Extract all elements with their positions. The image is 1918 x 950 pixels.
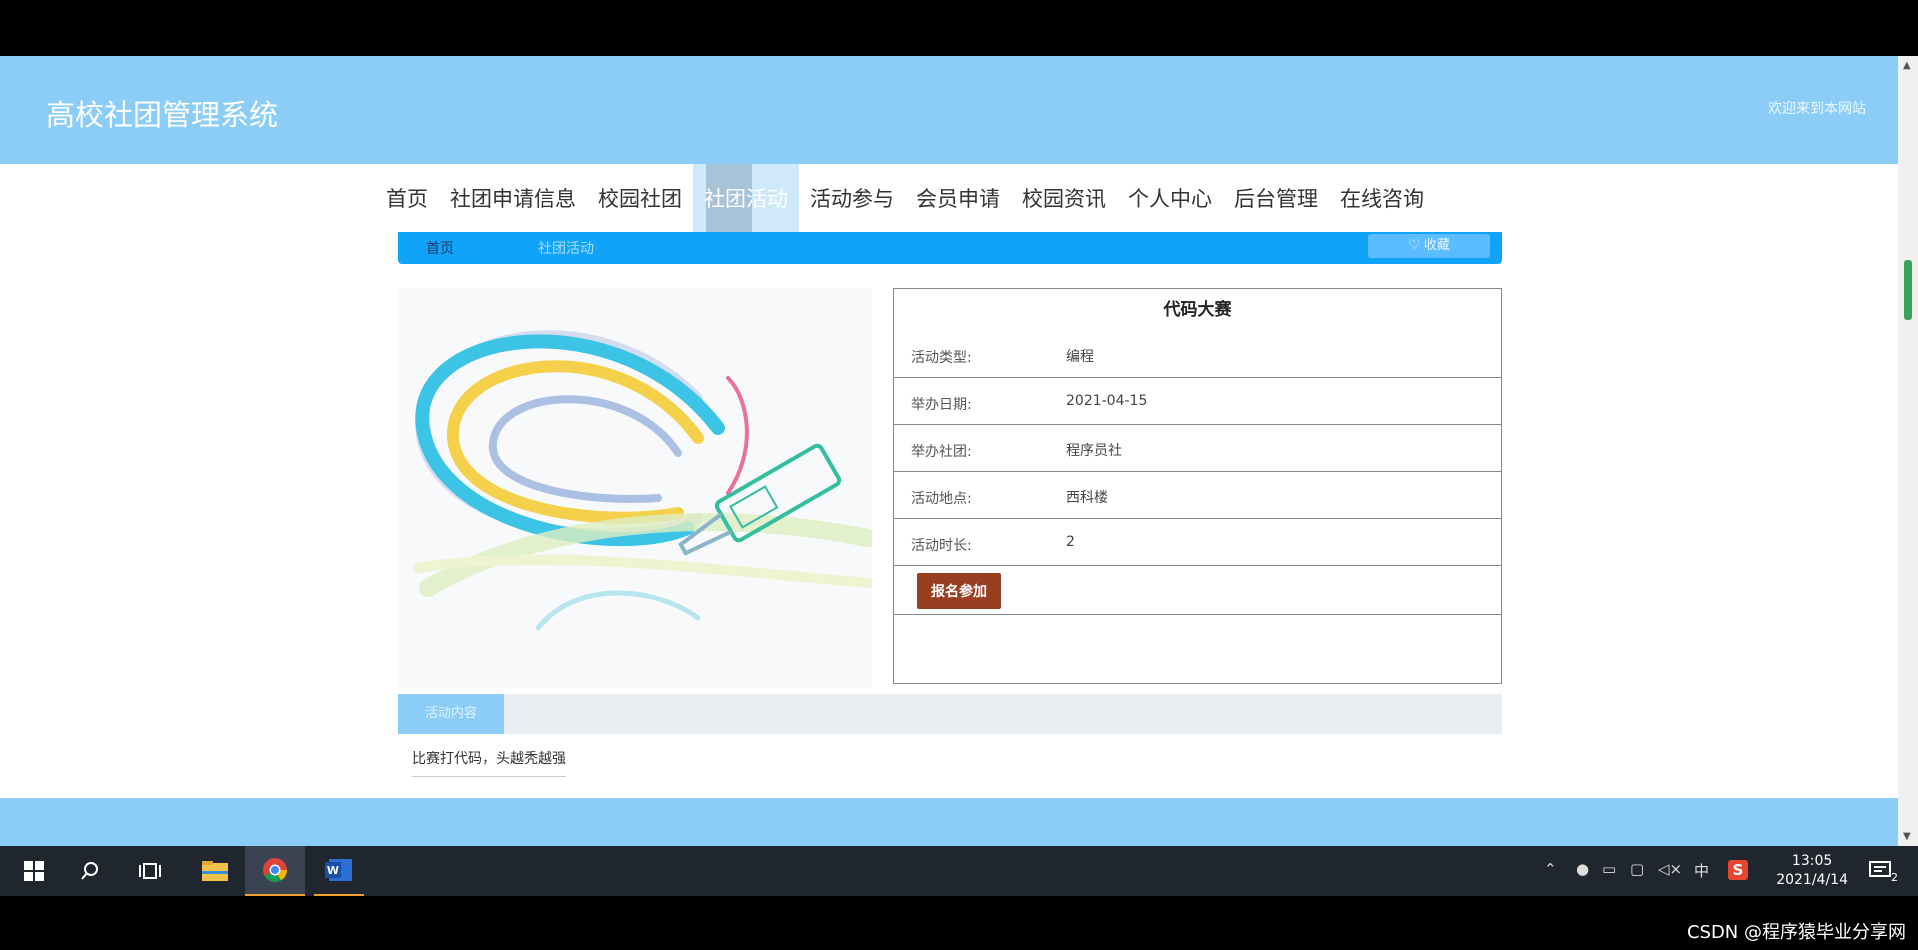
field-host-date: 举办日期: 2021-04-15 — [894, 378, 1501, 425]
main-nav: 首页 社团申请信息 校园社团 社团活动 活动参与 会员申请 校园资讯 个人中心 … — [375, 164, 1435, 234]
field-value: 2021-04-15 — [1066, 393, 1148, 409]
field-value: 西科楼 — [1066, 490, 1108, 506]
welcome-text: 欢迎来到本网站 — [1768, 101, 1866, 117]
site-header: 高校社团管理系统 欢迎来到本网站 — [0, 56, 1898, 164]
nav-item-personal-center[interactable]: 个人中心 — [1117, 164, 1223, 234]
nav-item-home[interactable]: 首页 — [375, 164, 439, 234]
windows-taskbar: W ⌃ ● ▭ ▢ ◁× 中 S 13:05 2021/4/14 2 — [0, 846, 1918, 896]
join-activity-button[interactable]: 报名参加 — [917, 573, 1001, 609]
favorite-button[interactable]: ♡ 收藏 — [1368, 234, 1490, 258]
field-label: 活动类型: — [911, 350, 972, 366]
action-row: 报名参加 — [894, 566, 1501, 615]
nav-item-online-consult[interactable]: 在线咨询 — [1329, 164, 1435, 234]
field-label: 举办日期: — [911, 397, 972, 413]
site-footer — [0, 798, 1898, 846]
windows-start-icon[interactable] — [14, 846, 54, 896]
field-label: 活动地点: — [911, 491, 972, 507]
volume-muted-icon[interactable]: ◁× — [1658, 860, 1682, 878]
task-view-icon[interactable] — [130, 846, 170, 896]
nav-item-activity-participation[interactable]: 活动参与 — [799, 164, 905, 234]
heart-icon: ♡ — [1408, 238, 1424, 253]
battery-icon[interactable]: ▭ — [1602, 860, 1616, 878]
breadcrumb: 首页 社团活动 ♡ 收藏 — [398, 232, 1502, 264]
field-duration: 活动时长: 2 — [894, 519, 1501, 566]
chevron-up-icon[interactable]: ⌃ — [1544, 860, 1557, 878]
field-label: 举办社团: — [911, 444, 972, 460]
watermark: CSDN @程序猿毕业分享网 — [1686, 922, 1906, 943]
tab-activity-content[interactable]: 活动内容 — [398, 694, 504, 734]
field-value: 程序员社 — [1066, 443, 1122, 459]
nav-item-campus-news[interactable]: 校园资讯 — [1011, 164, 1117, 234]
word-icon[interactable]: W — [314, 846, 364, 896]
field-activity-type: 活动类型: 编程 — [894, 331, 1501, 378]
scroll-up-arrow-icon[interactable]: ▲ — [1903, 60, 1911, 71]
usb-cable-illustration — [413, 330, 877, 631]
clock-time: 13:05 — [1791, 853, 1833, 869]
file-explorer-icon[interactable] — [193, 846, 237, 896]
field-value: 编程 — [1066, 349, 1094, 365]
search-icon[interactable] — [70, 846, 110, 896]
activity-content-text: 比赛打代码，头越秃越强 — [412, 748, 566, 777]
nav-item-admin[interactable]: 后台管理 — [1223, 164, 1329, 234]
nav-item-member-application[interactable]: 会员申请 — [905, 164, 1011, 234]
field-label: 活动时长: — [911, 538, 972, 554]
field-value: 2 — [1066, 534, 1075, 550]
page-scrollbar[interactable]: ▲ ▼ — [1898, 56, 1918, 846]
field-location: 活动地点: 西科楼 — [894, 472, 1501, 519]
activity-details: 代码大赛 活动类型: 编程 举办日期: 2021-04-15 举办社团: 程序员… — [893, 288, 1502, 684]
scroll-thumb[interactable] — [1904, 260, 1912, 320]
ime-indicator[interactable]: 中 — [1694, 860, 1709, 881]
nav-item-club-activities[interactable]: 社团活动 — [693, 164, 799, 234]
notification-count: 2 — [1891, 871, 1898, 884]
chrome-icon[interactable] — [245, 846, 305, 896]
app-tray-icon[interactable]: ● — [1576, 860, 1589, 878]
nav-item-club-application[interactable]: 社团申请信息 — [439, 164, 587, 234]
svg-text:W: W — [327, 864, 339, 877]
field-host-club: 举办社团: 程序员社 — [894, 425, 1501, 472]
network-icon[interactable]: ▢ — [1630, 860, 1644, 878]
taskbar-clock[interactable]: 13:05 2021/4/14 — [1776, 852, 1848, 890]
sogou-input-icon[interactable]: S — [1728, 860, 1748, 880]
scroll-down-arrow-icon[interactable]: ▼ — [1903, 831, 1911, 842]
site-title[interactable]: 高校社团管理系统 — [46, 92, 278, 134]
breadcrumb-current: 社团活动 — [538, 241, 594, 257]
breadcrumb-home[interactable]: 首页 — [426, 238, 454, 258]
browser-viewport: 高校社团管理系统 欢迎来到本网站 首页 社团申请信息 校园社团 社团活动 活动参… — [0, 56, 1918, 846]
activity-title: 代码大赛 — [1163, 300, 1232, 320]
clock-date: 2021/4/14 — [1776, 872, 1848, 888]
content-tabs: 活动内容 — [398, 694, 1502, 734]
notification-icon[interactable]: 2 — [1862, 846, 1902, 896]
activity-image — [398, 288, 877, 688]
nav-item-campus-clubs[interactable]: 校园社团 — [587, 164, 693, 234]
